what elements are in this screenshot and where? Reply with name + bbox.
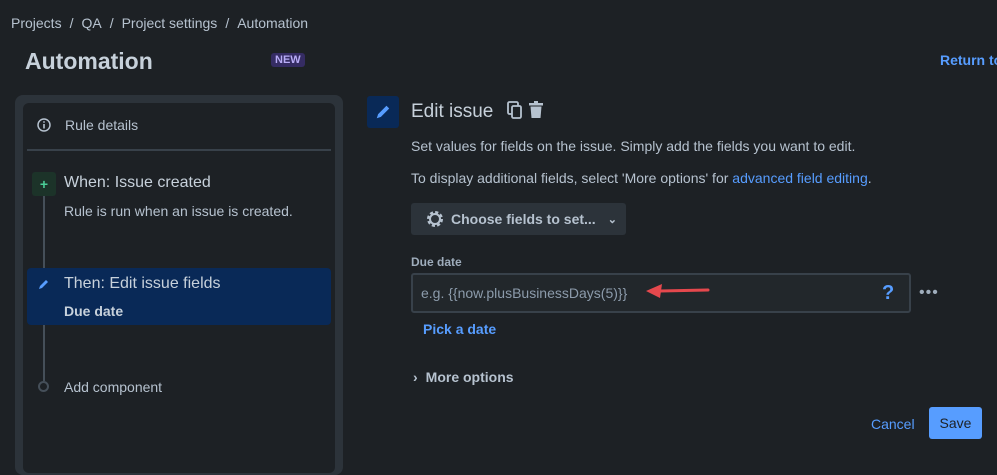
due-date-placeholder: e.g. {{now.plusBusinessDays(5)}}: [421, 285, 628, 301]
trigger-title[interactable]: When: Issue created: [64, 174, 211, 192]
trash-icon[interactable]: [528, 101, 544, 119]
rule-details-label: Rule details: [65, 117, 139, 133]
desc-suffix: .: [867, 170, 872, 186]
red-arrow-annotation: [646, 284, 710, 298]
breadcrumb: Projects / QA / Project settings / Automation: [11, 15, 309, 31]
breadcrumb-project-settings[interactable]: Project settings: [122, 15, 218, 31]
rule-details-item[interactable]: Rule details: [37, 117, 138, 133]
trigger-plus-icon: +: [32, 172, 56, 196]
breadcrumb-projects[interactable]: Projects: [11, 15, 62, 31]
description-advanced: To display additional fields, select 'Mo…: [411, 170, 872, 186]
breadcrumb-automation[interactable]: Automation: [237, 15, 308, 31]
return-link[interactable]: Return to: [940, 52, 997, 68]
action-title: Then: Edit issue fields: [64, 275, 221, 292]
copy-icon[interactable]: [506, 101, 523, 119]
more-options-toggle[interactable]: › More options: [413, 369, 514, 385]
choose-fields-button[interactable]: Choose fields to set... ⌄: [411, 203, 626, 235]
desc-prefix: To display additional fields, select 'Mo…: [411, 170, 733, 186]
gear-icon: [427, 211, 443, 227]
chevron-right-icon: ›: [413, 369, 418, 385]
advanced-field-editing-link[interactable]: advanced field editing: [732, 170, 867, 186]
more-actions-icon[interactable]: •••: [919, 284, 939, 302]
pencil-icon: [39, 280, 48, 289]
choose-fields-label: Choose fields to set...: [451, 211, 596, 227]
pick-a-date-link[interactable]: Pick a date: [423, 321, 496, 337]
trigger-subtitle: Rule is run when an issue is created.: [64, 203, 293, 219]
help-icon[interactable]: ?: [882, 282, 894, 305]
add-component-button[interactable]: Add component: [64, 379, 162, 395]
add-component-dot-icon: [38, 381, 49, 392]
save-button[interactable]: Save: [929, 407, 982, 439]
cancel-button[interactable]: Cancel: [871, 416, 915, 432]
due-date-label: Due date: [411, 255, 462, 269]
info-icon: [37, 118, 51, 132]
edit-pencil-icon: [367, 96, 399, 128]
chevron-down-icon: ⌄: [607, 213, 617, 226]
divider: [27, 149, 331, 151]
edit-issue-title-text: Edit issue: [411, 101, 494, 122]
breadcrumb-qa[interactable]: QA: [81, 15, 101, 31]
page-title: Automation: [25, 48, 153, 74]
edit-issue-title: Edit issue: [411, 101, 544, 123]
more-options-label: More options: [425, 369, 514, 385]
new-badge: NEW: [271, 53, 305, 67]
action-subtitle: Due date: [64, 303, 124, 319]
description: Set values for fields on the issue. Simp…: [411, 138, 856, 154]
